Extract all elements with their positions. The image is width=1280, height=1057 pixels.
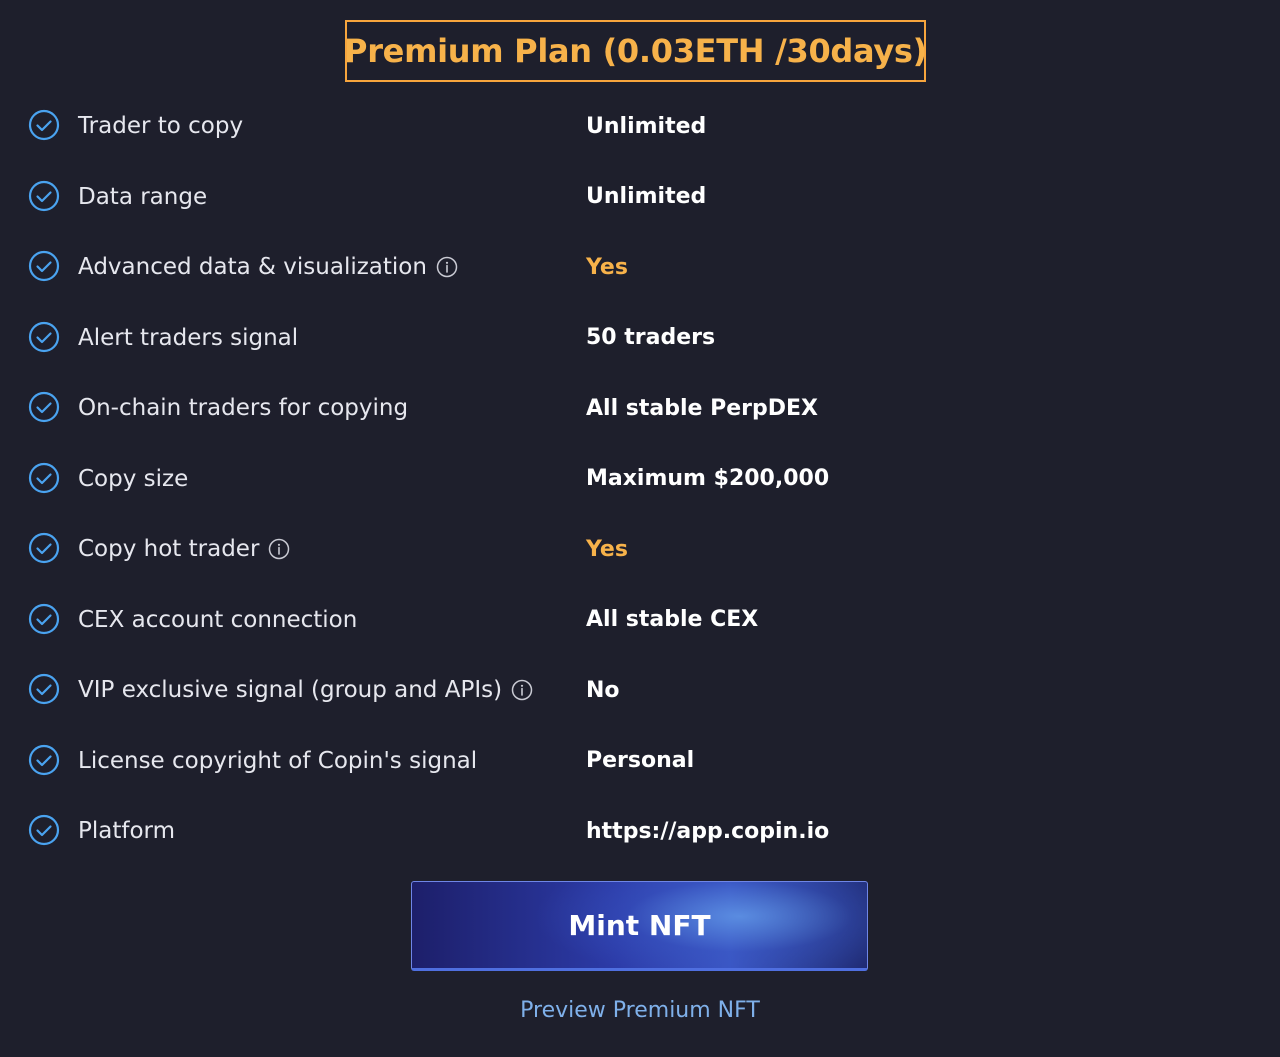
preview-premium-nft-link[interactable]: Preview Premium NFT xyxy=(0,998,1280,1023)
feature-value: All stable PerpDEX xyxy=(586,395,818,421)
feature-row: Copy hot trader Yes xyxy=(0,515,1280,586)
check-circle-icon xyxy=(28,109,60,141)
feature-row: Platform https://app.copin.io xyxy=(0,797,1280,868)
feature-list: Trader to copy Unlimited Data range Unli… xyxy=(0,92,1280,868)
feature-label: CEX account connection xyxy=(78,606,358,633)
info-icon[interactable] xyxy=(511,679,533,701)
feature-row: License copyright of Copin's signal Pers… xyxy=(0,727,1280,798)
feature-value: https://app.copin.io xyxy=(586,818,830,844)
feature-value: Unlimited xyxy=(586,113,707,139)
check-circle-icon xyxy=(28,391,60,423)
check-circle-icon xyxy=(28,673,60,705)
check-circle-icon xyxy=(28,744,60,776)
feature-row: VIP exclusive signal (group and APIs) No xyxy=(0,656,1280,727)
check-circle-icon xyxy=(28,250,60,282)
feature-label: VIP exclusive signal (group and APIs) xyxy=(78,674,533,706)
feature-row: On-chain traders for copying All stable … xyxy=(0,374,1280,445)
check-circle-icon xyxy=(28,603,60,635)
feature-value: Unlimited xyxy=(586,184,707,209)
feature-row: Copy size Maximum $200,000 xyxy=(0,445,1280,516)
check-circle-icon xyxy=(28,814,60,846)
feature-value: No xyxy=(586,677,620,703)
feature-label: Alert traders signal xyxy=(78,324,299,351)
feature-label: Trader to copy xyxy=(78,113,244,139)
feature-label: Copy hot trader xyxy=(78,533,290,565)
feature-label: Data range xyxy=(78,183,208,210)
check-circle-icon xyxy=(28,180,60,212)
feature-label: On-chain traders for copying xyxy=(78,395,409,421)
feature-value: Yes xyxy=(586,536,628,562)
check-circle-icon xyxy=(28,321,60,353)
feature-value: Maximum $200,000 xyxy=(586,466,830,491)
feature-label: Platform xyxy=(78,818,175,844)
mint-nft-button[interactable]: Mint NFT xyxy=(411,881,868,971)
feature-row: Data range Unlimited xyxy=(0,163,1280,234)
plan-title: Premium Plan (0.03ETH /30days) xyxy=(344,20,927,82)
feature-value: All stable CEX xyxy=(586,607,759,632)
feature-label: Advanced data & visualization xyxy=(78,251,458,283)
feature-label: License copyright of Copin's signal xyxy=(78,747,478,774)
info-icon[interactable] xyxy=(436,256,458,278)
premium-plan-panel: Premium Plan (0.03ETH /30days) Trader to… xyxy=(0,0,1280,1057)
check-circle-icon xyxy=(28,462,60,494)
info-icon[interactable] xyxy=(268,538,290,560)
feature-row: CEX account connection All stable CEX xyxy=(0,586,1280,657)
feature-value: 50 traders xyxy=(586,325,716,350)
feature-row: Trader to copy Unlimited xyxy=(0,92,1280,163)
feature-value: Personal xyxy=(586,748,695,773)
feature-row: Alert traders signal 50 traders xyxy=(0,304,1280,375)
feature-row: Advanced data & visualization Yes xyxy=(0,233,1280,304)
feature-label: Copy size xyxy=(78,465,189,492)
feature-value: Yes xyxy=(586,254,628,280)
check-circle-icon xyxy=(28,532,60,564)
